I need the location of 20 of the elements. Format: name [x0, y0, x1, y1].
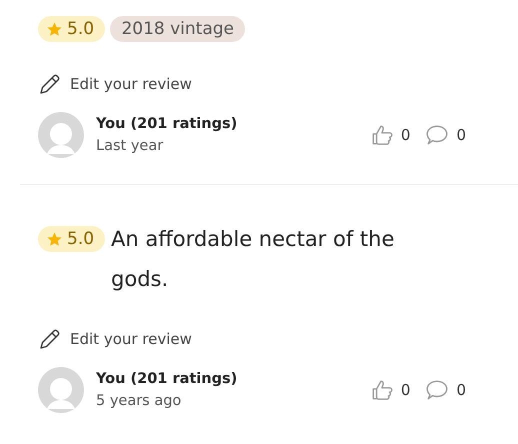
avatar-icon [38, 112, 84, 158]
avatar-icon [38, 367, 84, 413]
vintage-tag: 2018 vintage [110, 16, 246, 42]
review-text: An affordable nectar of the gods. [111, 226, 396, 293]
comment-button[interactable]: 0 [424, 122, 466, 148]
edit-review-link[interactable]: Edit your review [38, 327, 192, 351]
user-name[interactable]: You (201 ratings) [96, 371, 369, 387]
review-time: Last year [96, 138, 164, 154]
star-icon [46, 230, 63, 248]
like-button[interactable]: 0 [368, 377, 410, 403]
pencil-icon [38, 327, 62, 351]
star-icon [46, 20, 63, 38]
comment-button[interactable]: 0 [424, 377, 466, 403]
user-name[interactable]: You (201 ratings) [96, 116, 369, 132]
review-time: 5 years ago [96, 393, 182, 409]
like-button[interactable]: 0 [368, 122, 410, 148]
rating-badge: 5.0 [38, 226, 106, 252]
rating-badge: 5.0 [38, 16, 106, 42]
pencil-icon [38, 72, 62, 96]
edit-review-link[interactable]: Edit your review [38, 72, 192, 96]
